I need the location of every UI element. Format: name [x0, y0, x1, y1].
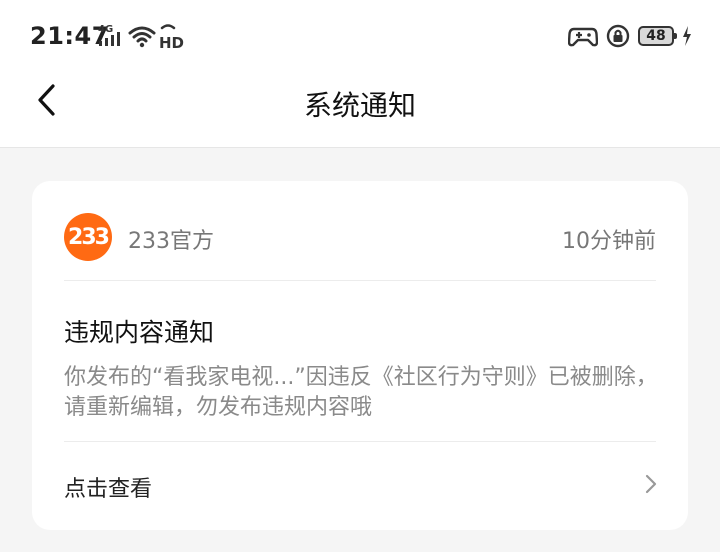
notification-card: 233 233官方 10分钟前 违规内容通知 你发布的“看我家电视...”因违反…	[32, 181, 688, 530]
svg-text:HD: HD	[159, 34, 184, 50]
top-bar: 21:47 4G HD 48 系统通知	[0, 0, 720, 148]
right-status-icons: 48	[568, 22, 692, 50]
battery-icon: 48	[638, 26, 677, 46]
page-title: 系统通知	[303, 89, 416, 122]
notification-title: 违规内容通知	[64, 318, 215, 347]
divider	[64, 280, 656, 281]
rotation-lock-icon	[606, 24, 630, 48]
signal-icon: 4G	[98, 24, 124, 48]
timestamp: 10分钟前	[562, 229, 656, 254]
sender-avatar[interactable]: 233	[64, 213, 112, 261]
sender-name[interactable]: 233官方	[128, 223, 214, 255]
charging-icon	[683, 26, 691, 46]
wifi-hd-icon: HD	[128, 24, 184, 50]
gamepad-icon	[568, 27, 598, 47]
view-details-label[interactable]: 点击查看	[64, 471, 152, 503]
sender-avatar-text: 233	[68, 224, 110, 250]
chevron-right-icon[interactable]	[644, 473, 658, 495]
notification-body: 你发布的“看我家电视...”因违反《社区行为守则》已被删除，请重新编辑，勿发布违…	[64, 365, 658, 420]
battery-level: 48	[646, 28, 666, 44]
